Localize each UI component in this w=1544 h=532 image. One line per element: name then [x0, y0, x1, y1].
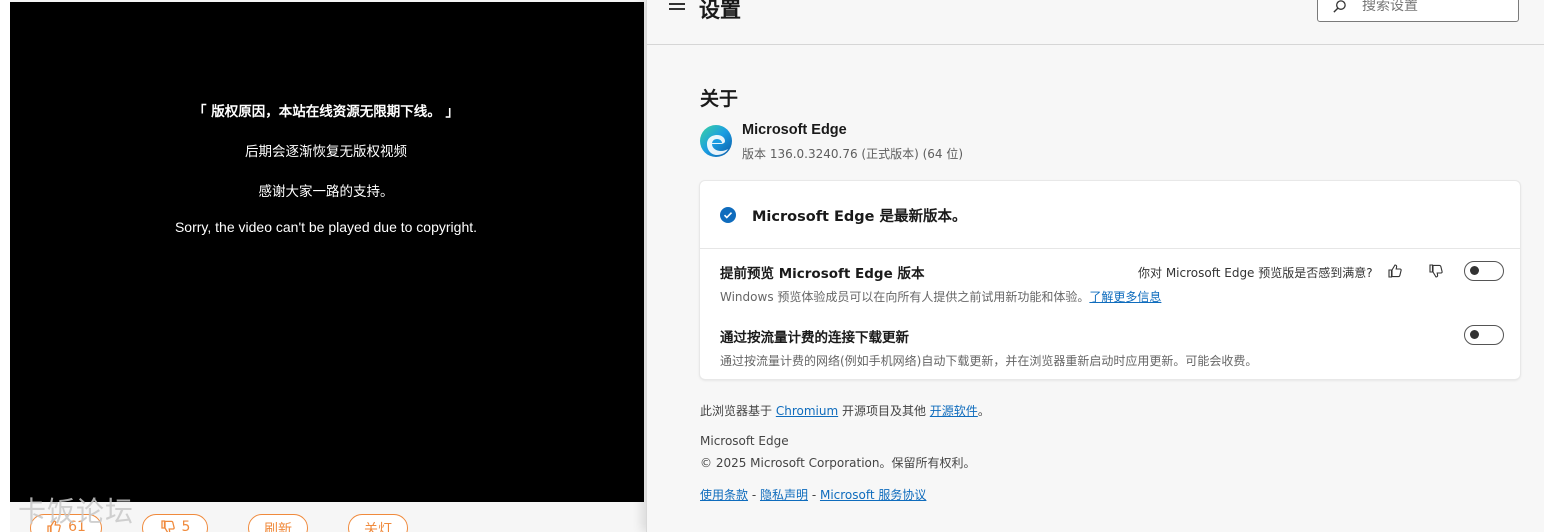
privacy-link[interactable]: 隐私声明	[760, 488, 808, 502]
search-icon	[1333, 0, 1346, 13]
video-page: 「 版权原因，本站在线资源无限期下线。 」 后期会逐渐恢复无版权视频 感谢大家一…	[0, 0, 646, 532]
video-player[interactable]: 「 版权原因，本站在线资源无限期下线。 」 后期会逐渐恢复无版权视频 感谢大家一…	[10, 2, 644, 502]
copyright-product: Microsoft Edge	[700, 434, 789, 448]
forum-watermark: 卡饭论坛	[18, 495, 135, 528]
thumbs-down-icon[interactable]	[1428, 263, 1444, 279]
update-status-text: Microsoft Edge 是最新版本。	[752, 209, 967, 225]
preview-description-text: Windows 预览体验成员可以在向所有人提供之前试用新功能和体验。	[720, 290, 1090, 304]
metered-setting-title: 通过按流量计费的连接下载更新	[720, 330, 909, 346]
learn-more-link[interactable]: 了解更多信息	[1089, 290, 1161, 304]
metered-setting-description: 通过按流量计费的网络(例如手机网络)自动下载更新，并在浏览器重新启动时应用更新。…	[720, 354, 1258, 368]
update-card: Microsoft Edge 是最新版本。 提前预览 Microsoft Edg…	[700, 181, 1520, 379]
copyright-notice-line: 后期会逐渐恢复无版权视频	[245, 144, 407, 160]
legal-links: 使用条款 - 隐私声明 - Microsoft 服务协议	[700, 486, 926, 503]
settings-header: 设置 搜索设置	[647, 0, 1544, 45]
thumbs-up-icon[interactable]	[1387, 263, 1403, 279]
page-margin	[0, 0, 10, 532]
legal-separator: -	[748, 488, 760, 502]
chromium-link[interactable]: Chromium	[776, 404, 838, 418]
refresh-button[interactable]: 刷新	[248, 514, 308, 532]
search-placeholder: 搜索设置	[1362, 0, 1418, 14]
dislike-count: 5	[181, 519, 191, 532]
product-name: Microsoft Edge	[742, 122, 847, 138]
services-agreement-link[interactable]: Microsoft 服务协议	[820, 488, 926, 502]
preview-setting-title: 提前预览 Microsoft Edge 版本	[720, 266, 925, 282]
search-input[interactable]: 搜索设置	[1317, 0, 1519, 22]
hamburger-menu-icon[interactable]	[669, 0, 687, 12]
preview-setting-description: Windows 预览体验成员可以在向所有人提供之前试用新功能和体验。了解更多信息	[720, 288, 1161, 305]
check-circle-icon	[720, 207, 736, 223]
copyright-notice-english: Sorry, the video can't be played due to …	[174, 219, 478, 235]
metered-toggle[interactable]	[1464, 325, 1504, 345]
open-source-link[interactable]: 开源软件	[930, 404, 978, 418]
copyright-text: © 2025 Microsoft Corporation。保留所有权利。	[700, 456, 976, 470]
dislike-button[interactable]: 5	[142, 514, 208, 532]
page-title: 设置	[699, 0, 741, 22]
credits-prefix: 此浏览器基于	[700, 404, 776, 418]
edge-logo-icon	[700, 125, 732, 157]
terms-link[interactable]: 使用条款	[700, 488, 748, 502]
screen: 「 版权原因，本站在线资源无限期下线。 」 后期会逐渐恢复无版权视频 感谢大家一…	[0, 0, 1544, 532]
credits-middle: 开源项目及其他	[838, 404, 930, 418]
update-status-row: Microsoft Edge 是最新版本。	[700, 181, 1520, 249]
version-text: 版本 136.0.3240.76 (正式版本) (64 位)	[742, 147, 964, 161]
thumbs-down-icon	[160, 520, 175, 532]
credits-suffix: 。	[977, 404, 990, 418]
legal-separator: -	[808, 488, 820, 502]
about-heading: 关于	[700, 88, 739, 110]
credits-text: 此浏览器基于 Chromium 开源项目及其他 开源软件。	[700, 402, 990, 419]
lights-off-button[interactable]: 关灯	[348, 514, 408, 532]
refresh-label: 刷新	[264, 522, 292, 532]
lights-off-label: 关灯	[364, 522, 392, 532]
edge-settings-panel: 设置 搜索设置 关于 Microsoft Edge 版本 136.0.3240.…	[646, 0, 1544, 532]
feedback-question: 你对 Microsoft Edge 预览版是否感到满意?	[1138, 266, 1373, 280]
copyright-notice-title: 「 版权原因，本站在线资源无限期下线。 」	[193, 104, 459, 120]
copyright-notice-thanks: 感谢大家一路的支持。	[258, 184, 394, 200]
preview-toggle[interactable]	[1464, 261, 1504, 281]
